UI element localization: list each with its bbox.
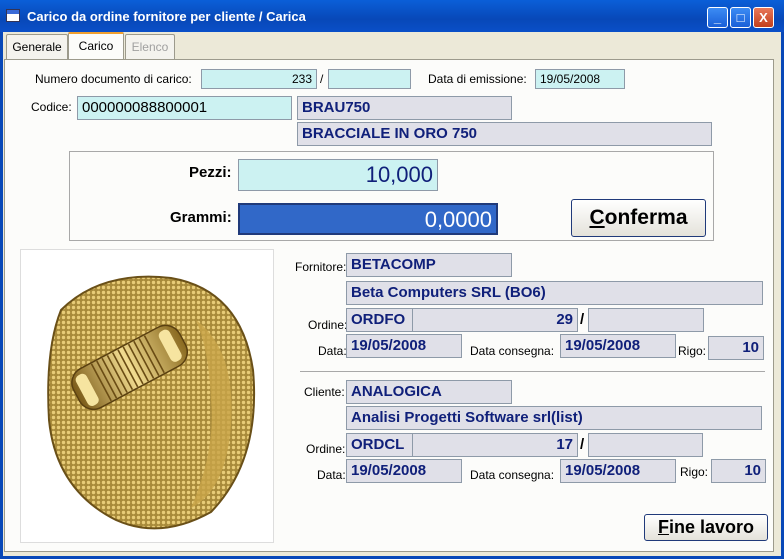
fornitore-rigo-label: Rigo: <box>678 344 707 358</box>
conferma-mnemonic: C <box>589 206 605 229</box>
grammi-field[interactable]: 0,0000 <box>238 203 498 235</box>
section-divider <box>300 371 765 372</box>
fornitore-data-label: Data: <box>318 344 347 358</box>
conferma-label: onferma <box>604 206 688 229</box>
cliente-ragione-sociale-field[interactable]: Analisi Progetti Software srl(list) <box>346 406 762 430</box>
bracelet-image <box>47 275 256 530</box>
fornitore-ordine-separator: / <box>580 311 585 328</box>
numero-documento-label: Numero documento di carico: <box>35 72 192 86</box>
codice-label: Codice: <box>31 100 72 114</box>
fornitore-consegna-field[interactable]: 19/05/2008 <box>560 334 676 358</box>
close-button[interactable]: X <box>753 7 774 28</box>
fornitore-data-field[interactable]: 19/05/2008 <box>346 334 462 358</box>
fornitore-label: Fornitore: <box>295 260 347 274</box>
window-title: Carico da ordine fornitore per cliente /… <box>27 9 306 24</box>
tab-elenco: Elenco <box>125 34 175 59</box>
minimize-button[interactable]: _ <box>707 7 728 28</box>
grammi-label: Grammi: <box>170 209 232 226</box>
fornitore-ordine-tipo-field[interactable]: ORDFO <box>346 308 413 332</box>
fornitore-codice-field[interactable]: BETACOMP <box>346 253 512 277</box>
pezzi-label: Pezzi: <box>189 164 232 181</box>
fornitore-ordine-numero-field[interactable]: 29 <box>412 308 578 332</box>
cliente-ordine-separator: / <box>580 436 585 453</box>
cliente-ordine-numero-field[interactable]: 17 <box>412 433 578 457</box>
fornitore-ragione-sociale-field[interactable]: Beta Computers SRL (BO6) <box>346 281 763 305</box>
descrizione-articolo-field[interactable]: BRACCIALE IN ORO 750 <box>297 122 712 146</box>
tab-generale[interactable]: Generale <box>6 34 68 59</box>
fornitore-ordine-suffix-field[interactable] <box>588 308 704 332</box>
data-emissione-label: Data di emissione: <box>428 72 527 86</box>
fornitore-consegna-label: Data consegna: <box>470 344 555 358</box>
cliente-data-label: Data: <box>317 468 346 482</box>
numero-documento-separator: / <box>320 72 324 86</box>
tab-carico[interactable]: Carico <box>68 32 124 59</box>
cliente-rigo-label: Rigo: <box>680 465 709 479</box>
cliente-ordine-suffix-field[interactable] <box>588 433 703 457</box>
cliente-data-field[interactable]: 19/05/2008 <box>346 459 462 483</box>
maximize-button[interactable]: □ <box>730 7 751 28</box>
app-icon[interactable] <box>6 9 20 22</box>
numero-documento-suffix-field[interactable] <box>328 69 411 89</box>
conferma-button[interactable]: Conferma <box>571 199 706 237</box>
cliente-ordine-label: Ordine: <box>306 442 346 456</box>
numero-documento-field[interactable]: 233 <box>201 69 317 89</box>
product-photo <box>20 249 274 543</box>
sigla-articolo-field[interactable]: BRAU750 <box>297 96 512 120</box>
pezzi-field[interactable]: 10,000 <box>238 159 438 191</box>
fornitore-rigo-field[interactable]: 10 <box>708 336 764 360</box>
cliente-rigo-field[interactable]: 10 <box>711 459 766 483</box>
fornitore-ordine-label: Ordine: <box>308 318 348 332</box>
fine-lavoro-label: ine lavoro <box>668 517 755 537</box>
cliente-label: Cliente: <box>304 385 345 399</box>
cliente-consegna-field[interactable]: 19/05/2008 <box>560 459 676 483</box>
cliente-ordine-tipo-field[interactable]: ORDCL <box>346 433 413 457</box>
codice-field[interactable]: 000000088800001 <box>77 96 292 120</box>
fine-lavoro-button[interactable]: Fine lavoro <box>644 514 768 541</box>
cliente-consegna-label: Data consegna: <box>470 468 555 482</box>
fine-lavoro-mnemonic: F <box>657 517 669 537</box>
cliente-codice-field[interactable]: ANALOGICA <box>346 380 512 404</box>
data-emissione-field[interactable]: 19/05/2008 <box>535 69 625 89</box>
